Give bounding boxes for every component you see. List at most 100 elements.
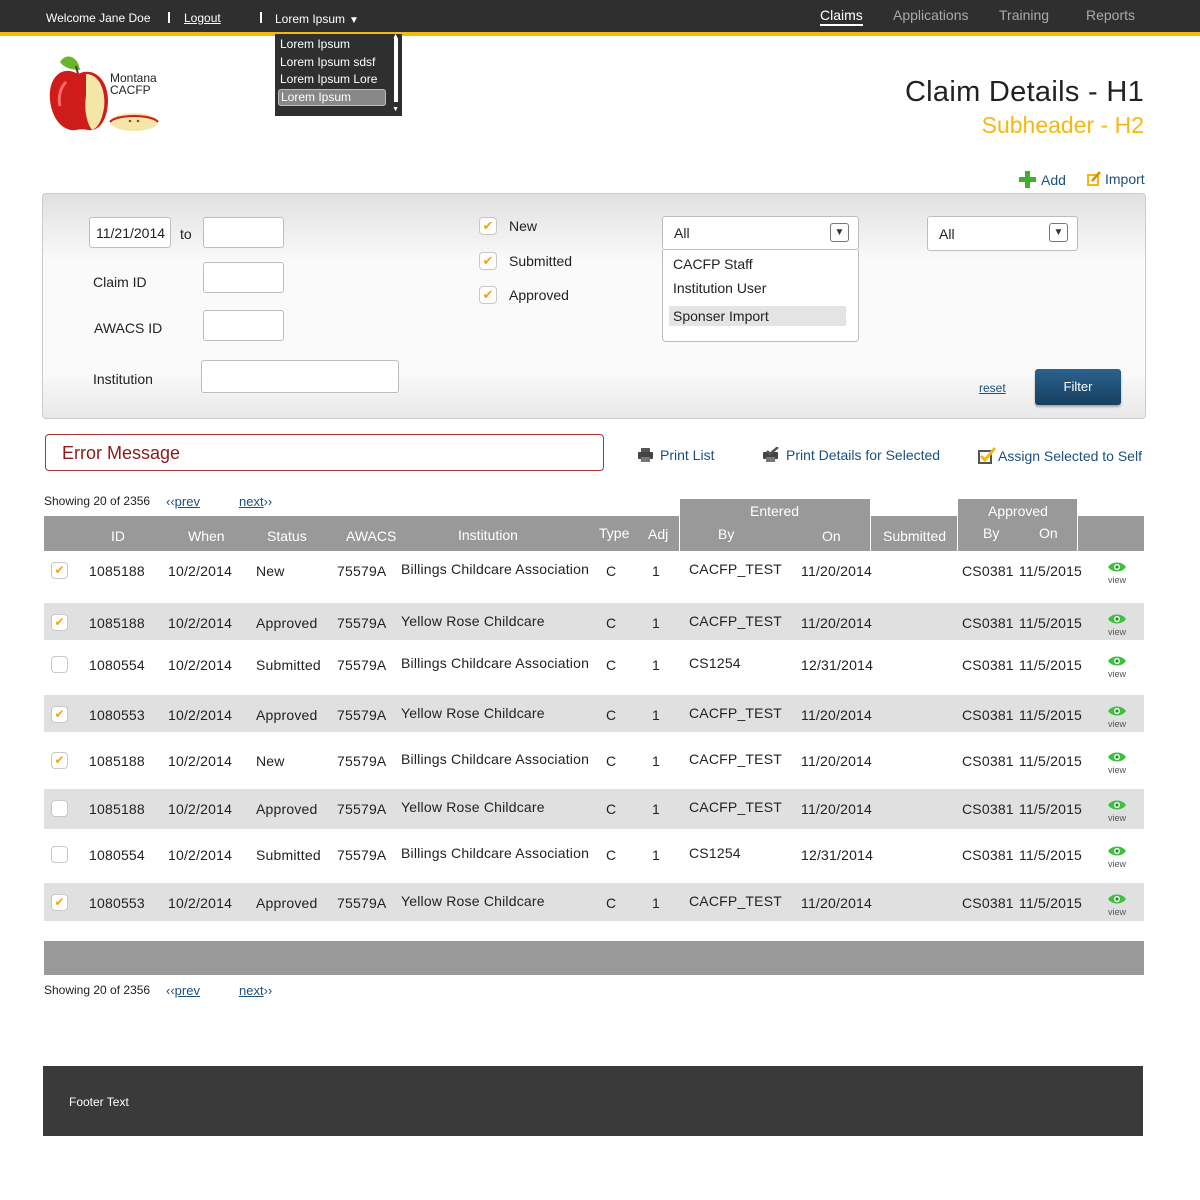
print-details-button[interactable]: Print Details for Selected [762,447,940,463]
eye-icon [1108,800,1126,810]
cell-approved-by: CS0381 [962,615,1014,631]
cell-institution: Yellow Rose Childcare [401,705,545,721]
import-button[interactable]: Import [1086,171,1145,187]
dropdown-option[interactable]: Lorem Ipsum sdsf [278,54,386,72]
add-button[interactable]: Add [1019,171,1066,188]
second-select[interactable]: All ▼ [927,216,1078,251]
col-institution[interactable]: Institution [458,527,518,543]
view-button[interactable]: view [1105,798,1129,823]
nav-reports[interactable]: Reports [1086,7,1135,23]
source-select[interactable]: All ▼ [662,216,859,250]
row-checkbox[interactable] [51,846,68,863]
next-link[interactable]: next›› [239,494,272,509]
view-button[interactable]: view [1105,612,1129,637]
row-checkbox[interactable]: ✔ [51,894,68,911]
col-type[interactable]: Type [599,525,629,541]
cell-approved-by: CS0381 [962,707,1014,723]
view-button[interactable]: view [1105,844,1129,869]
cell-institution: Yellow Rose Childcare [401,613,545,629]
eye-icon [1108,846,1126,856]
source-option-highlighted[interactable]: Sponser Import [669,306,846,326]
date-from-input[interactable]: 11/21/2014 [89,217,171,248]
view-button[interactable]: view [1105,704,1129,729]
view-button[interactable]: view [1105,750,1129,775]
cell-when: 10/2/2014 [168,615,233,631]
logo-line2: CACFP [110,83,151,97]
dropdown-option-selected[interactable]: Lorem Ipsum [278,88,386,106]
prev-link[interactable]: ‹‹prev [166,494,200,509]
dropdown-option[interactable]: Lorem Ipsum [278,36,386,54]
logout-link[interactable]: Logout [184,11,221,25]
status-approved-checkbox[interactable]: ✔ [479,286,497,304]
reset-link[interactable]: reset [979,381,1006,395]
source-option[interactable]: CACFP Staff [673,256,753,272]
next-link[interactable]: next›› [239,983,272,998]
nav-claims[interactable]: Claims [820,7,863,26]
col-id[interactable]: ID [111,528,125,544]
table-row[interactable]: ✔ 1085188 10/2/2014 Approved 75579A Yellow Ro… [44,603,1144,640]
status-submitted-checkbox[interactable]: ✔ [479,252,497,270]
table-row[interactable]: 1085188 10/2/2014 Approved 75579A Yellow Ros… [44,789,1144,829]
prev-link[interactable]: ‹‹prev [166,983,200,998]
date-to-input[interactable] [203,217,284,248]
nav-training[interactable]: Training [999,7,1049,23]
view-button[interactable]: view [1105,892,1129,917]
second-select-value: All [939,225,955,242]
source-option[interactable]: Institution User [673,280,766,296]
table-row[interactable]: 1080554 10/2/2014 Submitted 75579A Billings … [44,645,1144,685]
context-dropdown-list: Lorem Ipsum Lorem Ipsum sdsf Lorem Ipsum… [275,33,402,116]
col-entered-on[interactable]: On [822,528,841,544]
eye-icon [1108,656,1126,666]
row-checkbox[interactable]: ✔ [51,706,68,723]
view-button[interactable]: view [1105,560,1129,585]
col-status[interactable]: Status [267,528,307,544]
cell-type: C [606,707,617,723]
dropdown-option[interactable]: Lorem Ipsum Lore [278,71,386,89]
table-row[interactable]: ✔ 1080553 10/2/2014 Approved 75579A Yellow Ro… [44,695,1144,732]
cell-entered-on: 12/31/2014 [801,657,874,673]
table-row[interactable]: ✔ 1080553 10/2/2014 Approved 75579A Yellow Ro… [44,883,1144,921]
col-submitted[interactable]: Submitted [883,528,946,544]
cell-id: 1080554 [89,657,145,673]
cell-when: 10/2/2014 [168,563,233,579]
scrollbar[interactable] [394,38,398,102]
nav-applications[interactable]: Applications [893,7,969,23]
awacs-id-input[interactable] [203,310,284,341]
status-new-checkbox[interactable]: ✔ [479,217,497,235]
row-checkbox[interactable]: ✔ [51,752,68,769]
paging-bottom: Showing 20 of 2356 ‹‹prev next›› [44,983,272,998]
table-row[interactable]: 1080554 10/2/2014 Submitted 75579A Billings … [44,835,1144,875]
cell-entered-by: CACFP_TEST [689,893,783,909]
col-when[interactable]: When [188,528,225,544]
claim-id-input[interactable] [203,262,284,293]
assign-self-label: Assign Selected to Self [998,447,1142,464]
showing-count: Showing 20 of 2356 [44,983,151,997]
caret-down-icon: ▼ [349,15,359,26]
row-checkbox[interactable]: ✔ [51,562,68,579]
next-label: next [239,983,264,998]
eye-icon [1108,562,1126,572]
context-dropdown[interactable]: Lorem Ipsum ▼ [275,12,359,26]
row-checkbox[interactable] [51,656,68,673]
cell-status: Approved [256,801,318,817]
filter-button[interactable]: Filter [1035,369,1121,405]
col-approved-on[interactable]: On [1039,525,1058,541]
table-row[interactable]: ✔ 1085188 10/2/2014 New 75579A Billings Child… [44,551,1144,591]
view-label: view [1107,669,1126,679]
col-entered-by[interactable]: By [718,526,734,542]
institution-input[interactable] [201,360,399,393]
assign-self-button[interactable]: Assign Selected to Self [978,447,1142,464]
print-list-button[interactable]: Print List [637,447,714,463]
row-checkbox[interactable] [51,800,68,817]
col-awacs[interactable]: AWACS [346,528,396,544]
add-label: Add [1041,171,1066,188]
row-checkbox[interactable]: ✔ [51,614,68,631]
table-row[interactable]: ✔ 1085188 10/2/2014 New 75579A Billings Child… [44,741,1144,781]
scroll-down-icon[interactable]: ▼ [392,106,399,113]
divider [168,12,170,23]
chevron-left-icon: ‹‹ [166,494,175,509]
col-approved-by[interactable]: By [983,525,999,541]
cell-entered-on: 11/20/2014 [801,801,873,817]
col-adj[interactable]: Adj [648,526,668,542]
view-button[interactable]: view [1105,654,1129,679]
